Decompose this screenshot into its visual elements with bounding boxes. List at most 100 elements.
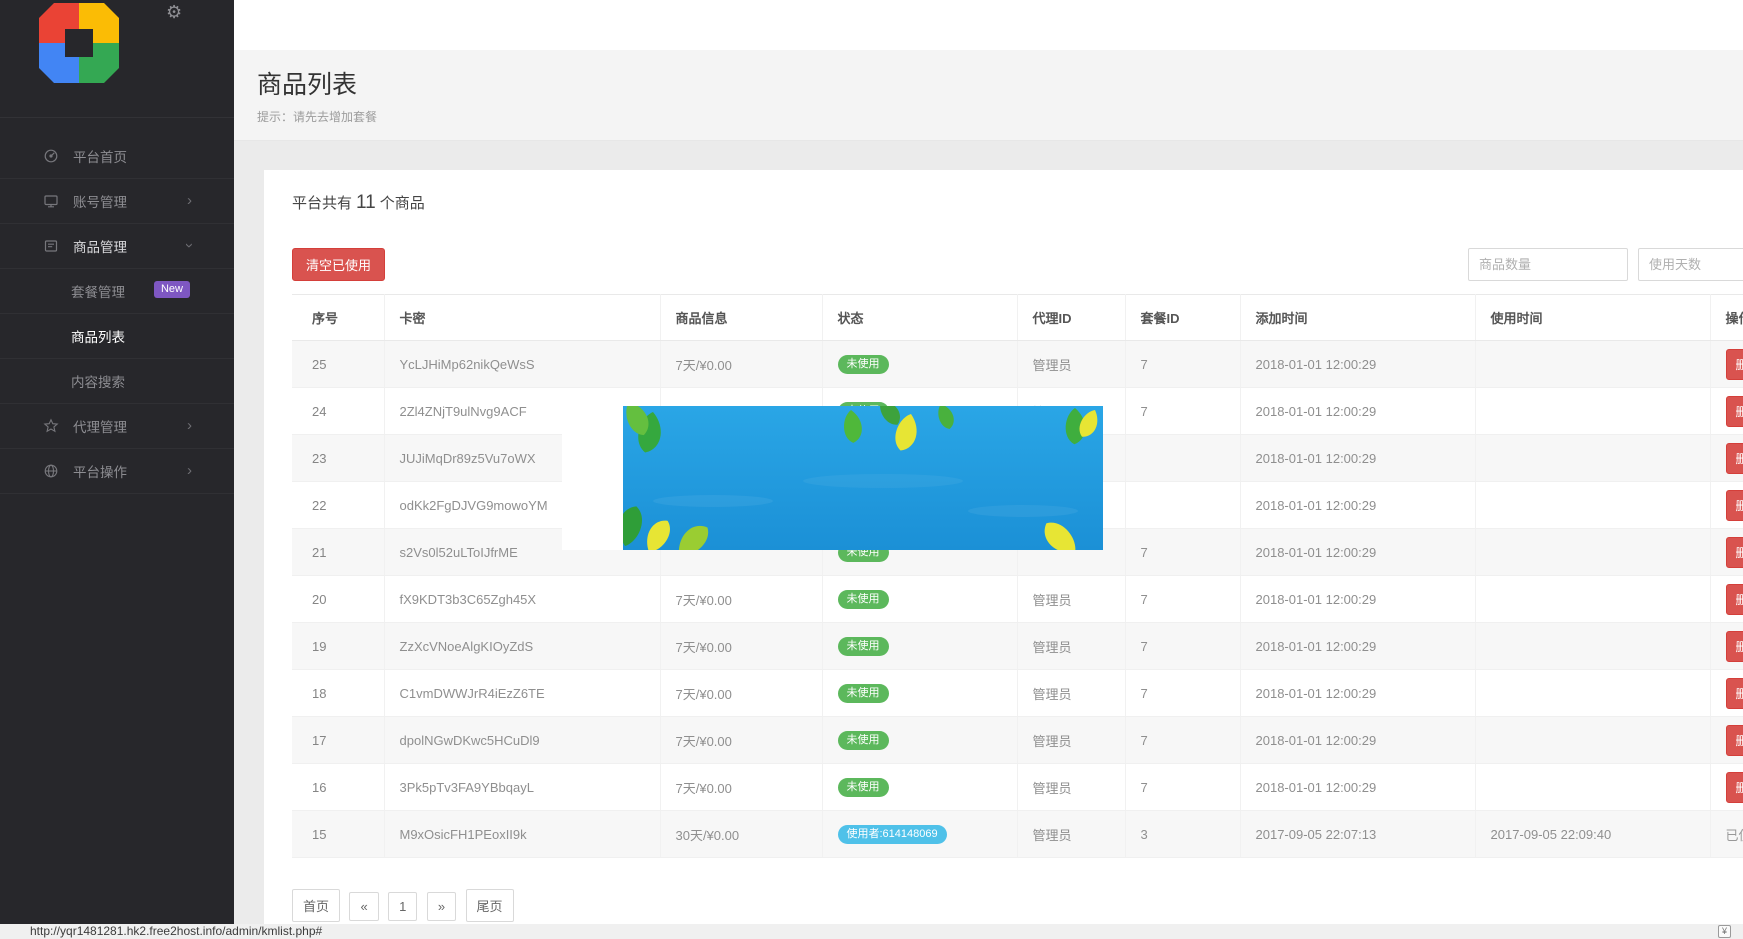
cell-used-time <box>1475 764 1710 811</box>
cell-status: 未使用 <box>822 341 1017 388</box>
cell-status: 未使用 <box>822 670 1017 717</box>
cell-action: 删除 <box>1710 623 1743 670</box>
cell-agent-id: 管理员 <box>1017 717 1125 764</box>
chevron-right-icon: › <box>187 462 192 479</box>
sidebar-item-account-mgmt[interactable]: 账号管理 › <box>0 179 234 224</box>
cell-action: 删除 <box>1710 482 1743 529</box>
cell-package-id: 7 <box>1125 388 1240 435</box>
sidebar-item-product-list[interactable]: 商品列表 <box>0 314 234 359</box>
cell-product-info: 30天/¥0.00 <box>660 811 822 858</box>
cell-action: 删除 <box>1710 717 1743 764</box>
cell-serial: 24 <box>292 388 384 435</box>
sidebar-item-platform-ops[interactable]: 平台操作 › <box>0 449 234 494</box>
table-header-row: 序号 卡密 商品信息 状态 代理ID 套餐ID 添加时间 使用时间 操作 <box>292 295 1743 341</box>
page-subtitle: 提示：请先去增加套餐 <box>257 108 1743 125</box>
sidebar-item-label: 代理管理 <box>73 416 127 436</box>
cell-used-time <box>1475 670 1710 717</box>
sidebar-item-label: 商品列表 <box>71 326 125 346</box>
table-row: 20 fX9KDT3b3C65Zgh45X 7天/¥0.00 未使用 管理员 7… <box>292 576 1743 623</box>
sidebar-item-label: 套餐管理 <box>71 281 125 301</box>
cell-added-time: 2018-01-01 12:00:29 <box>1240 717 1475 764</box>
sidebar-item-platform-home[interactable]: 平台首页 <box>0 134 234 179</box>
delete-button[interactable]: 删除 <box>1726 584 1743 615</box>
pagination-prev[interactable]: « <box>349 892 378 921</box>
cell-card-key: ZzXcVNoeAlgKIOyZdS <box>384 623 660 670</box>
cell-added-time: 2018-01-01 12:00:29 <box>1240 482 1475 529</box>
delete-button[interactable]: 删除 <box>1726 443 1743 474</box>
col-agent-id: 代理ID <box>1017 295 1125 341</box>
sidebar-item-agent-mgmt[interactable]: 代理管理 › <box>0 404 234 449</box>
product-icon <box>43 238 60 255</box>
delete-button[interactable]: 删除 <box>1726 772 1743 803</box>
chevron-right-icon: › <box>187 417 192 434</box>
delete-button[interactable]: 删除 <box>1726 396 1743 427</box>
cell-added-time: 2018-01-01 12:00:29 <box>1240 435 1475 482</box>
promo-image[interactable] <box>623 406 1103 550</box>
cell-product-info: 7天/¥0.00 <box>660 764 822 811</box>
delete-button[interactable]: 删除 <box>1726 725 1743 756</box>
delete-button[interactable]: 删除 <box>1726 490 1743 521</box>
page-header: 商品列表 提示：请先去增加套餐 <box>234 50 1743 141</box>
cell-package-id: 7 <box>1125 341 1240 388</box>
cell-package-id: 7 <box>1125 764 1240 811</box>
cell-action: 删除 <box>1710 388 1743 435</box>
cell-package-id: 7 <box>1125 576 1240 623</box>
delete-button[interactable]: 删除 <box>1726 537 1743 568</box>
cell-card-key: fX9KDT3b3C65Zgh45X <box>384 576 660 623</box>
promo-image-margin <box>562 406 624 550</box>
delete-button[interactable]: 删除 <box>1726 631 1743 662</box>
usage-days-input[interactable] <box>1638 248 1743 281</box>
product-quantity-input[interactable] <box>1468 248 1628 281</box>
app-logo-icon[interactable] <box>39 3 119 83</box>
cell-card-key: C1vmDWWJrR4iEzZ6TE <box>384 670 660 717</box>
cell-serial: 23 <box>292 435 384 482</box>
cell-used-time <box>1475 341 1710 388</box>
sidebar-item-content-search[interactable]: 内容搜索 <box>0 359 234 404</box>
status-badge: 未使用 <box>838 590 889 609</box>
cell-serial: 18 <box>292 670 384 717</box>
cell-action: 删除 <box>1710 764 1743 811</box>
summary-text: 平台共有11个商品 <box>292 192 425 214</box>
cell-package-id: 7 <box>1125 529 1240 576</box>
cell-serial: 25 <box>292 341 384 388</box>
cell-action: 删除 <box>1710 341 1743 388</box>
delete-button[interactable]: 删除 <box>1726 678 1743 709</box>
pagination-next[interactable]: » <box>427 892 456 921</box>
status-badge: 使用者:614148069 <box>838 825 947 844</box>
clear-used-button[interactable]: 清空已使用 <box>292 248 385 281</box>
cell-used-time <box>1475 435 1710 482</box>
cell-added-time: 2018-01-01 12:00:29 <box>1240 623 1475 670</box>
table-row: 18 C1vmDWWJrR4iEzZ6TE 7天/¥0.00 未使用 管理员 7… <box>292 670 1743 717</box>
cell-used-time <box>1475 482 1710 529</box>
cell-status: 使用者:614148069 <box>822 811 1017 858</box>
cell-package-id: 7 <box>1125 623 1240 670</box>
summary-prefix: 平台共有 <box>292 195 352 212</box>
table-row: 15 M9xOsicFH1PEoxII9k 30天/¥0.00 使用者:6141… <box>292 811 1743 858</box>
col-product-info: 商品信息 <box>660 295 822 341</box>
sidebar-item-package-mgmt[interactable]: 套餐管理 New <box>0 269 234 314</box>
delete-button[interactable]: 删除 <box>1726 349 1743 380</box>
cell-added-time: 2018-01-01 12:00:29 <box>1240 670 1475 717</box>
gear-icon[interactable]: ⚙ <box>166 2 182 23</box>
status-badge: 未使用 <box>838 637 889 656</box>
pagination-first[interactable]: 首页 <box>292 889 340 922</box>
cell-card-key: 3Pk5pTv3FA9YBbqayL <box>384 764 660 811</box>
table-row: 16 3Pk5pTv3FA9YBbqayL 7天/¥0.00 未使用 管理员 7… <box>292 764 1743 811</box>
col-serial: 序号 <box>292 295 384 341</box>
cell-added-time: 2018-01-01 12:00:29 <box>1240 388 1475 435</box>
product-count: 11 <box>352 192 380 213</box>
table-row: 17 dpolNGwDKwc5HCuDl9 7天/¥0.00 未使用 管理员 7… <box>292 717 1743 764</box>
pagination-page-1[interactable]: 1 <box>388 892 417 921</box>
chevron-right-icon: › <box>187 192 192 209</box>
cell-package-id: 3 <box>1125 811 1240 858</box>
status-badge: 未使用 <box>838 731 889 750</box>
cell-product-info: 7天/¥0.00 <box>660 670 822 717</box>
cell-card-key: YcLJHiMp62nikQeWsS <box>384 341 660 388</box>
product-table: 序号 卡密 商品信息 状态 代理ID 套餐ID 添加时间 使用时间 操作 25 … <box>292 294 1743 858</box>
cell-serial: 20 <box>292 576 384 623</box>
cell-serial: 21 <box>292 529 384 576</box>
sidebar-item-label: 商品管理 <box>73 236 127 256</box>
pagination-last[interactable]: 尾页 <box>466 889 514 922</box>
sidebar-item-product-mgmt[interactable]: 商品管理 › <box>0 224 234 269</box>
cell-card-key: dpolNGwDKwc5HCuDl9 <box>384 717 660 764</box>
